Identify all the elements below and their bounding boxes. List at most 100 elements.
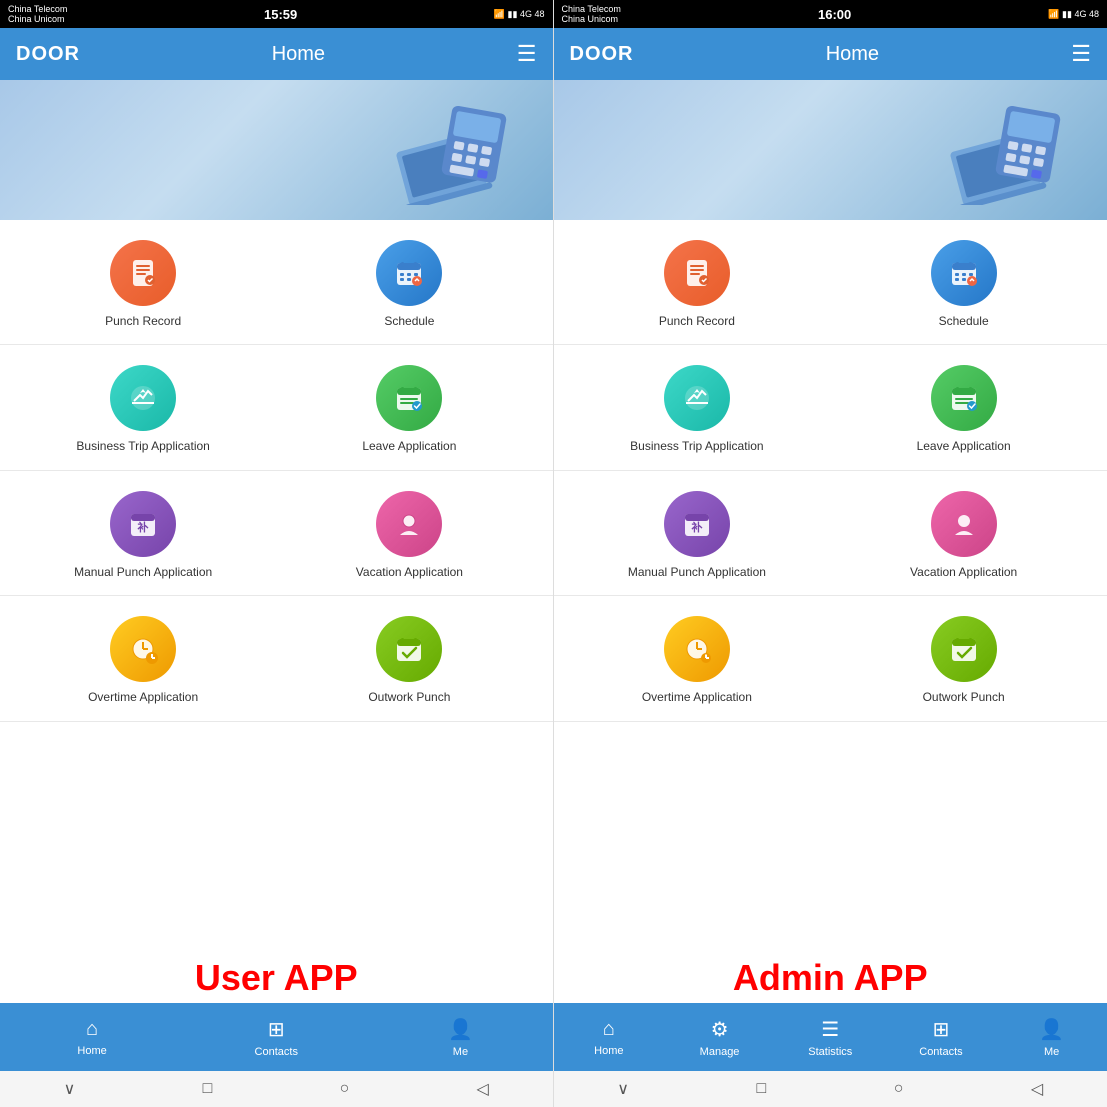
punch-record-icon-admin [664,240,730,306]
schedule-item-user[interactable]: Schedule [276,240,542,328]
overtime-label-admin: Overtime Application [642,690,752,704]
nav-home-label-user: Home [77,1045,106,1057]
sys-square-user[interactable]: □ [203,1080,213,1098]
status-bar-user: China Telecom China Unicom 15:59 📶 ▮▮ 4G… [0,0,553,28]
punch-record-icon-user [110,240,176,306]
nav-me-label-admin: Me [1044,1046,1059,1058]
app-logo-admin: DOOR [570,43,634,66]
sys-circle-admin[interactable]: ○ [894,1080,904,1098]
nav-home-admin[interactable]: ⌂ Home [554,1003,665,1071]
admin-app-phone: China Telecom China Unicom 16:00 📶 ▮▮ 4G… [554,0,1107,1107]
outwork-item-admin[interactable]: Outwork Punch [830,616,1097,704]
leave-item-admin[interactable]: Leave Application [830,365,1097,453]
time-display-admin: 16:00 [818,7,851,22]
menu-button-admin[interactable]: ☰ [1071,41,1091,67]
outwork-label-user: Outwork Punch [368,690,450,704]
business-trip-label-admin: Business Trip Application [630,439,763,453]
leave-icon-admin [931,365,997,431]
nav-manage-label-admin: Manage [700,1046,740,1058]
grid-row-4-admin: Overtime Application Outwork Punch [554,596,1107,721]
contacts-icon-admin: ⊞ [933,1017,950,1042]
sys-triangle-admin[interactable]: ◁ [1031,1079,1043,1099]
banner-user [0,80,553,220]
nav-me-user[interactable]: 👤 Me [368,1003,552,1071]
manual-punch-item-user[interactable]: 补 Manual Punch Application [10,491,276,579]
carrier-info: China Telecom China Unicom [8,4,67,24]
statistics-icon-admin: ☰ [821,1017,839,1042]
header-title-user: Home [272,43,325,66]
carrier-top-admin: China Telecom [562,4,621,14]
schedule-item-admin[interactable]: Schedule [830,240,1097,328]
outwork-icon-user [376,616,442,682]
nav-me-label-user: Me [453,1046,468,1058]
vacation-item-admin[interactable]: Vacation Application [830,491,1097,579]
nav-home-user[interactable]: ⌂ Home [0,1003,184,1071]
sys-back-admin[interactable]: ∨ [617,1079,629,1099]
time-display: 15:59 [264,7,297,22]
header-user: DOOR Home ☰ [0,28,553,80]
signal-icons-admin: 📶 ▮▮ 4G 48 [1048,9,1099,20]
banner-admin [554,80,1107,220]
header-admin: DOOR Home ☰ [554,28,1107,80]
carrier-bottom-admin: China Unicom [562,14,621,24]
nav-contacts-admin[interactable]: ⊞ Contacts [886,1003,997,1071]
menu-button-user[interactable]: ☰ [517,41,537,67]
manual-punch-icon-admin: 补 [664,491,730,557]
app-label-user: User APP [0,951,553,1003]
nav-home-label-admin: Home [594,1045,623,1057]
vacation-label-admin: Vacation Application [910,565,1017,579]
banner-graphic-user [373,95,533,205]
status-bar-admin: China Telecom China Unicom 16:00 📶 ▮▮ 4G… [554,0,1107,28]
sys-nav-admin: ∨ □ ○ ◁ [554,1071,1107,1107]
outwork-label-admin: Outwork Punch [923,690,1005,704]
nav-statistics-admin[interactable]: ☰ Statistics [775,1003,886,1071]
business-trip-item-user[interactable]: Business Trip Application [10,365,276,453]
leave-icon-user [376,365,442,431]
overtime-item-user[interactable]: Overtime Application [10,616,276,704]
user-app-phone: China Telecom China Unicom 15:59 📶 ▮▮ 4G… [0,0,554,1107]
sys-square-admin[interactable]: □ [757,1080,767,1098]
sys-triangle-user[interactable]: ◁ [477,1079,489,1099]
vacation-icon-user [376,491,442,557]
overtime-icon-admin [664,616,730,682]
overtime-label-user: Overtime Application [88,690,198,704]
punch-record-item-user[interactable]: Punch Record [10,240,276,328]
grid-row-2-admin: Business Trip Application Leave Ap [554,345,1107,470]
punch-record-label-user: Punch Record [105,314,181,328]
business-trip-item-admin[interactable]: Business Trip Application [564,365,831,453]
carrier-bottom: China Unicom [8,14,67,24]
manage-icon-admin: ⚙ [711,1017,729,1042]
signal-icons: 📶 ▮▮ 4G 48 [494,9,545,20]
leave-label-user: Leave Application [362,439,456,453]
overtime-item-admin[interactable]: Overtime Application [564,616,831,704]
manual-punch-item-admin[interactable]: 补 Manual Punch Application [564,491,831,579]
nav-contacts-user[interactable]: ⊞ Contacts [184,1003,368,1071]
grid-user: Punch Record [0,220,553,951]
bottom-nav-admin: ⌂ Home ⚙ Manage ☰ Statistics ⊞ Contacts … [554,1003,1107,1071]
banner-graphic-admin [927,95,1087,205]
leave-label-admin: Leave Application [917,439,1011,453]
nav-me-admin[interactable]: 👤 Me [996,1003,1107,1071]
schedule-label-user: Schedule [384,314,434,328]
nav-manage-admin[interactable]: ⚙ Manage [664,1003,775,1071]
nav-contacts-label-admin: Contacts [919,1046,962,1058]
business-trip-icon-admin [664,365,730,431]
me-icon-user: 👤 [448,1017,473,1042]
contacts-icon-user: ⊞ [268,1017,285,1042]
manual-punch-icon-user: 补 [110,491,176,557]
bottom-nav-user: ⌂ Home ⊞ Contacts 👤 Me [0,1003,553,1071]
grid-admin: Punch Record [554,220,1107,951]
leave-item-user[interactable]: Leave Application [276,365,542,453]
vacation-icon-admin [931,491,997,557]
home-icon-user: ⌂ [86,1018,98,1041]
punch-record-label-admin: Punch Record [659,314,735,328]
schedule-icon-admin [931,240,997,306]
punch-record-item-admin[interactable]: Punch Record [564,240,831,328]
sys-back-user[interactable]: ∨ [64,1079,76,1099]
overtime-icon-user [110,616,176,682]
outwork-item-user[interactable]: Outwork Punch [276,616,542,704]
grid-row-1-admin: Punch Record [554,220,1107,345]
app-label-admin: Admin APP [554,951,1107,1003]
sys-circle-user[interactable]: ○ [340,1080,350,1098]
vacation-item-user[interactable]: Vacation Application [276,491,542,579]
